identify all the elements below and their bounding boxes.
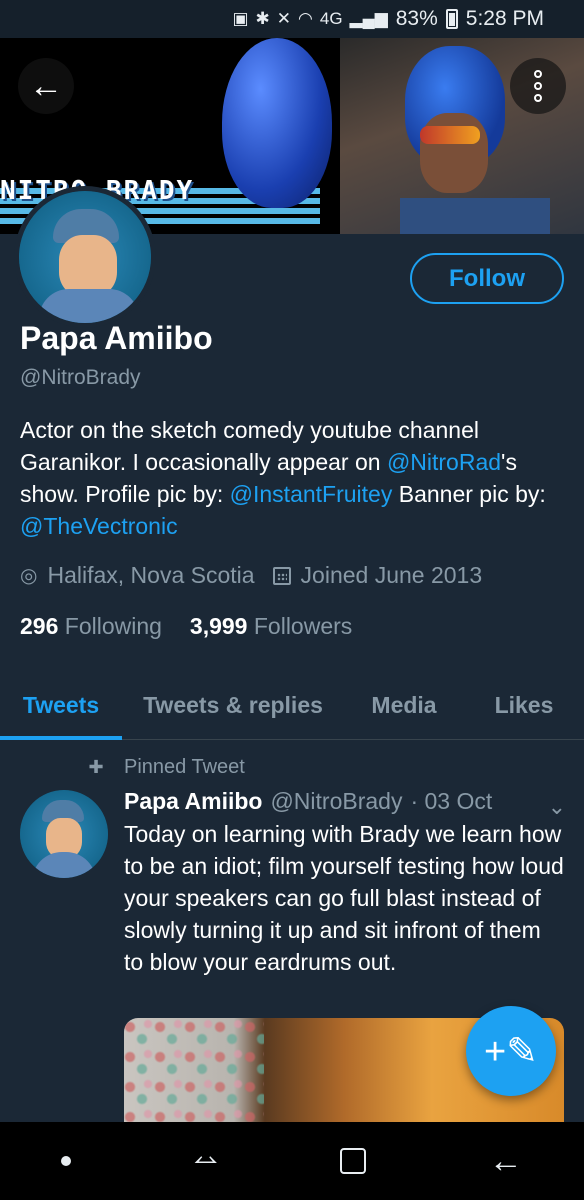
face-image <box>420 113 488 193</box>
network-type: 4G <box>319 9 343 28</box>
bowling-pin-image <box>222 38 332 208</box>
clock: 5:28 PM <box>465 7 544 30</box>
status-bar: ▣ ✱ ✕ ◠ 4G ▂▄▆ 83% 5:28 PM <box>0 0 584 38</box>
tab-tweets[interactable]: Tweets <box>0 672 122 740</box>
calendar-icon <box>272 566 291 585</box>
compose-tweet-button[interactable]: +✎ <box>466 1006 556 1096</box>
compose-tweet-icon: +✎ <box>483 1030 539 1073</box>
wifi-icon: ◠ <box>298 9 313 28</box>
profile-tabs: Tweets Tweets & replies Media Likes <box>0 672 584 740</box>
battery-icon <box>445 9 458 29</box>
location-pin-icon: ◎ <box>20 565 38 587</box>
arrow-left-icon: ← <box>29 66 63 105</box>
tab-likes[interactable]: Likes <box>464 672 584 738</box>
location: ◎ Halifax, Nova Scotia <box>20 562 255 588</box>
save-icon: ▣ <box>232 9 249 28</box>
nav-dot-icon[interactable] <box>61 1156 72 1166</box>
follow-counts: 296 Following 3,999 Followers <box>20 613 352 640</box>
status-icons: ▣ ✱ ✕ ◠ 4G ▂▄▆ <box>232 9 387 29</box>
battery-percent: 83% <box>395 7 438 30</box>
signal-icon: ▂▄▆ <box>349 9 388 28</box>
tweet-header[interactable]: Papa Amiibo @NitroBrady · 03 Oct <box>124 788 492 815</box>
tweet-author-name: Papa Amiibo <box>124 788 263 814</box>
profile-display-name: Papa Amiibo <box>20 320 213 356</box>
tab-tweets-and-replies[interactable]: Tweets & replies <box>122 672 344 738</box>
profile-meta: ◎ Halifax, Nova Scotia Joined June 2013 <box>20 562 482 589</box>
tab-media[interactable]: Media <box>344 672 464 738</box>
more-vertical-icon <box>534 70 542 78</box>
tweet-date: · 03 Oct <box>410 788 493 814</box>
chevron-down-icon[interactable]: ⌄ <box>548 794 566 820</box>
follow-button[interactable]: Follow <box>410 253 564 304</box>
mention-link[interactable]: @TheVectronic <box>20 513 178 539</box>
pinned-indicator: ✚ Pinned Tweet <box>86 756 244 779</box>
following-link[interactable]: 296 Following <box>20 613 162 640</box>
back-nav-icon[interactable]: ← <box>489 1142 523 1181</box>
sunglasses-image <box>420 126 480 144</box>
tweet-text: Today on learning with Brady we learn ho… <box>124 821 564 975</box>
profile-handle: @NitroBrady <box>20 366 141 389</box>
android-navigation-bar: ⥎ ← <box>0 1122 584 1200</box>
home-icon[interactable] <box>340 1148 367 1174</box>
tweet-avatar[interactable] <box>20 790 108 878</box>
tweet-author-handle: @NitroBrady <box>270 788 403 814</box>
bluetooth-icon: ✱ <box>255 9 270 28</box>
recent-apps-icon[interactable]: ⥎ <box>194 1144 218 1178</box>
profile-bio: Actor on the sketch comedy youtube chann… <box>20 417 546 539</box>
more-options-button[interactable] <box>510 58 566 114</box>
mention-link[interactable]: @InstantFruitey <box>230 481 393 507</box>
join-date: Joined June 2013 <box>272 562 482 589</box>
mention-link[interactable]: @NitroRad <box>387 449 501 475</box>
mute-icon: ✕ <box>276 9 292 28</box>
shirt-image <box>400 198 550 234</box>
pin-icon: ✚ <box>88 757 104 777</box>
followers-link[interactable]: 3,999 Followers <box>190 613 352 640</box>
back-button[interactable]: ← <box>18 58 74 114</box>
profile-avatar[interactable] <box>14 186 156 328</box>
